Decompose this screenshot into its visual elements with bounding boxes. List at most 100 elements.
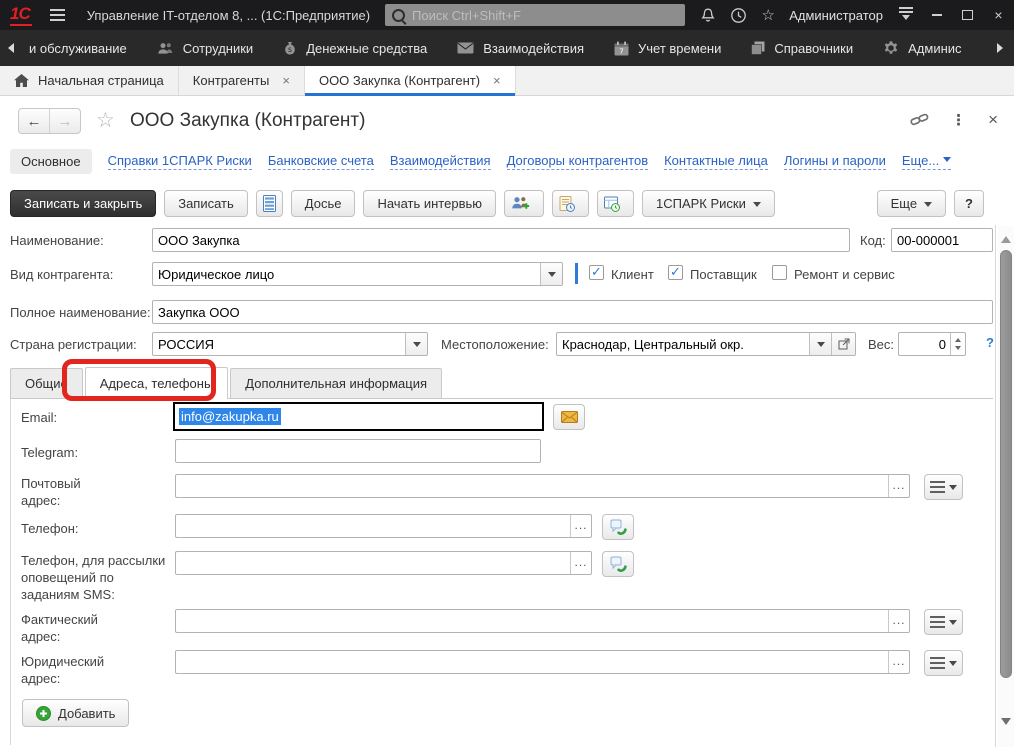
link-contact-persons[interactable]: Контактные лица bbox=[664, 153, 768, 170]
service-menu-icon[interactable] bbox=[891, 0, 921, 30]
actual-address-label: Фактический адрес: bbox=[21, 611, 98, 645]
repair-service-checkbox[interactable] bbox=[772, 265, 787, 280]
tab-kontragenty[interactable]: Контрагенты × bbox=[179, 66, 305, 95]
close-window-button[interactable]: × bbox=[983, 0, 1014, 30]
tab-ooo-zakupka[interactable]: ООО Закупка (Контрагент) × bbox=[305, 66, 516, 95]
maximize-button[interactable] bbox=[952, 0, 983, 30]
close-form-button[interactable]: × bbox=[988, 110, 998, 130]
location-open-button[interactable] bbox=[831, 333, 855, 355]
scroll-down-icon[interactable] bbox=[1001, 718, 1011, 730]
link-osnovnoe[interactable]: Основное bbox=[10, 149, 92, 174]
help-button[interactable]: ? bbox=[954, 190, 984, 217]
link-contracts[interactable]: Договоры контрагентов bbox=[507, 153, 649, 170]
actual-address-select-button[interactable]: ... bbox=[888, 610, 909, 632]
link-logins-passwords[interactable]: Логины и пароли bbox=[784, 153, 886, 170]
postal-address-input[interactable]: ... bbox=[175, 474, 910, 498]
link-bank-accounts[interactable]: Банковские счета bbox=[268, 153, 374, 170]
phone-select-button[interactable]: ... bbox=[570, 515, 591, 537]
form-nav-links: Основное Справки 1СПАРК Риски Банковские… bbox=[10, 148, 951, 174]
actual-address-menu-button[interactable] bbox=[924, 609, 963, 635]
tab-close-icon[interactable]: × bbox=[282, 73, 290, 88]
call-phone-button[interactable] bbox=[602, 514, 634, 540]
sms-phone-input[interactable]: ... bbox=[175, 551, 592, 575]
sections-scroll-left-icon[interactable] bbox=[3, 43, 14, 53]
favorite-star-icon[interactable]: ☆ bbox=[96, 108, 115, 133]
add-contact-person-button[interactable] bbox=[504, 190, 544, 217]
tab-close-icon[interactable]: × bbox=[493, 73, 501, 88]
name-input[interactable]: ООО Закупка bbox=[152, 228, 850, 252]
location-dropdown-button[interactable] bbox=[809, 333, 831, 355]
fullname-value: Закупка ООО bbox=[153, 305, 992, 320]
scrollbar-thumb[interactable] bbox=[1000, 250, 1012, 678]
section-service[interactable]: и обслуживание bbox=[14, 30, 142, 66]
section-time-tracking[interactable]: 7 Учет времени bbox=[599, 30, 736, 66]
country-combo[interactable]: РОССИЯ bbox=[152, 332, 428, 356]
start-interview-button[interactable]: Начать интервью bbox=[363, 190, 496, 217]
section-interactions[interactable]: Взаимодействия bbox=[442, 30, 599, 66]
back-button[interactable]: ← bbox=[19, 109, 50, 133]
country-dropdown-button[interactable] bbox=[405, 333, 427, 355]
weight-help-link[interactable]: ? bbox=[986, 335, 994, 350]
telegram-input[interactable] bbox=[175, 439, 541, 463]
subtab-additional-info[interactable]: Дополнительная информация bbox=[230, 368, 442, 398]
sms-phone-select-button[interactable]: ... bbox=[570, 552, 591, 574]
section-employees[interactable]: Сотрудники bbox=[142, 30, 268, 66]
current-user[interactable]: Администратор bbox=[789, 8, 883, 23]
sections-scroll-right-icon[interactable] bbox=[997, 43, 1008, 53]
global-search-input[interactable]: Поиск Ctrl+Shift+F bbox=[385, 4, 685, 26]
add-button[interactable]: Добавить bbox=[22, 699, 129, 727]
actual-address-input[interactable]: ... bbox=[175, 609, 910, 633]
favorites-star-icon[interactable]: ☆ bbox=[753, 0, 783, 30]
toolbar-right: Еще ? bbox=[877, 190, 984, 217]
weight-input[interactable]: 0 bbox=[898, 332, 966, 356]
minimize-button[interactable] bbox=[921, 0, 952, 30]
section-catalogs[interactable]: Справочники bbox=[736, 30, 868, 66]
code-input[interactable]: 00-000001 bbox=[891, 228, 993, 252]
supplier-checkbox-label[interactable]: Поставщик bbox=[690, 266, 757, 283]
section-label: Денежные средства bbox=[306, 41, 427, 56]
subtab-common[interactable]: Общие bbox=[10, 368, 83, 398]
plus-circle-icon bbox=[36, 706, 51, 721]
notifications-bell-icon[interactable] bbox=[693, 0, 723, 30]
subtab-addresses-phones[interactable]: Адреса, телефоны bbox=[85, 367, 229, 399]
more-button[interactable]: Еще bbox=[877, 190, 946, 217]
email-input[interactable]: info@zakupka.ru bbox=[173, 402, 544, 431]
tab-home[interactable]: Начальная страница bbox=[0, 66, 179, 95]
history-icon[interactable] bbox=[723, 0, 753, 30]
client-checkbox-label[interactable]: Клиент bbox=[611, 266, 654, 283]
link-more[interactable]: Еще... bbox=[902, 153, 951, 170]
main-menu-icon[interactable] bbox=[50, 9, 65, 21]
postal-address-menu-button[interactable] bbox=[924, 474, 963, 500]
scheduled-report-button[interactable] bbox=[597, 190, 634, 217]
dossier-button[interactable]: Досье bbox=[291, 190, 356, 217]
phone-input[interactable]: ... bbox=[175, 514, 592, 538]
link-more-label: Еще... bbox=[902, 153, 939, 168]
save-button[interactable]: Записать bbox=[164, 190, 248, 217]
planned-interaction-button[interactable] bbox=[552, 190, 589, 217]
link-spark-spravki[interactable]: Справки 1СПАРК Риски bbox=[108, 153, 252, 170]
client-checkbox[interactable]: ✓ bbox=[589, 265, 604, 280]
scroll-up-icon[interactable] bbox=[1001, 231, 1011, 243]
write-email-button[interactable] bbox=[553, 404, 585, 430]
link-interactions[interactable]: Взаимодействия bbox=[390, 153, 491, 170]
supplier-checkbox[interactable]: ✓ bbox=[668, 265, 683, 280]
fullname-input[interactable]: Закупка ООО bbox=[152, 300, 993, 324]
data-list-button[interactable] bbox=[256, 190, 283, 217]
get-link-icon[interactable] bbox=[910, 111, 929, 130]
legal-address-input[interactable]: ... bbox=[175, 650, 910, 674]
section-administration[interactable]: Админис bbox=[868, 30, 976, 66]
legal-address-menu-button[interactable] bbox=[924, 650, 963, 676]
save-and-close-button[interactable]: Записать и закрыть bbox=[10, 190, 156, 217]
spark-risks-button[interactable]: 1СПАРК Риски bbox=[642, 190, 775, 217]
call-sms-phone-button[interactable] bbox=[602, 551, 634, 577]
legal-address-select-button[interactable]: ... bbox=[888, 651, 909, 673]
more-actions-icon[interactable]: ⋮ bbox=[951, 111, 966, 129]
forward-button[interactable]: → bbox=[50, 109, 80, 133]
kind-dropdown-button[interactable] bbox=[540, 263, 562, 285]
repair-service-checkbox-label[interactable]: Ремонт и сервис bbox=[794, 266, 895, 283]
weight-spinner[interactable] bbox=[950, 333, 965, 355]
postal-address-select-button[interactable]: ... bbox=[888, 475, 909, 497]
section-money[interactable]: s Денежные средства bbox=[268, 30, 442, 66]
kind-combo[interactable]: Юридическое лицо bbox=[152, 262, 563, 286]
location-combo[interactable]: Краснодар, Центральный окр. bbox=[556, 332, 856, 356]
